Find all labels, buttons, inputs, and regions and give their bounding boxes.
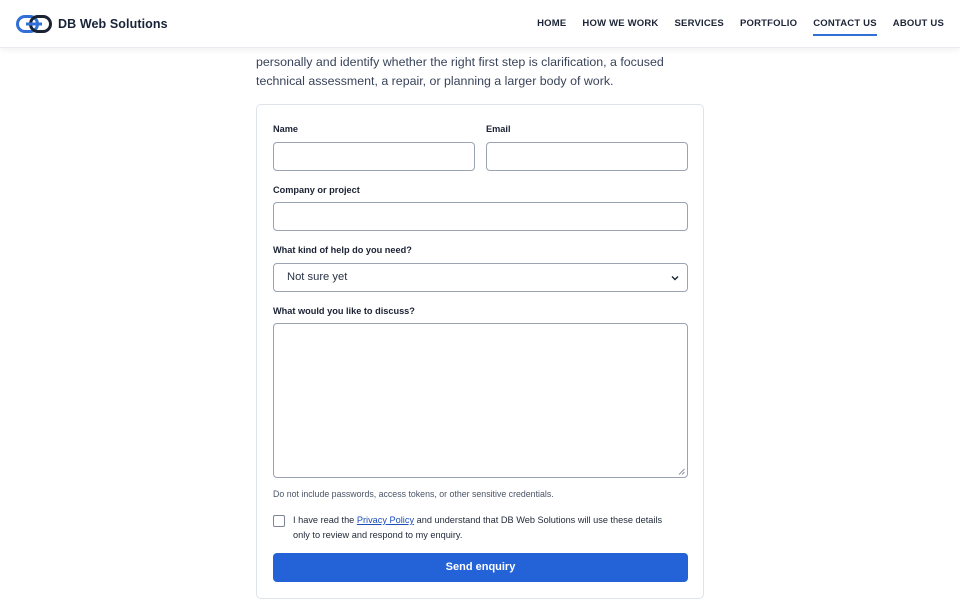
nav-services[interactable]: SERVICES bbox=[675, 0, 724, 48]
brand-name: DB Web Solutions bbox=[58, 17, 168, 31]
sensitive-info-hint: Do not include passwords, access tokens,… bbox=[273, 489, 554, 499]
privacy-policy-link[interactable]: Privacy Policy bbox=[357, 515, 414, 525]
help-type-selected: Not sure yet bbox=[287, 271, 348, 283]
intro-line-3: technical assessment, a repair, or plann… bbox=[256, 74, 614, 88]
nav-portfolio[interactable]: PORTFOLIO bbox=[740, 0, 797, 48]
name-label: Name bbox=[273, 124, 299, 134]
privacy-consent-text: I have read the Privacy Policy and under… bbox=[293, 513, 673, 542]
intro-line-2: personally and identify whether the righ… bbox=[256, 55, 664, 69]
nav-home[interactable]: HOME bbox=[537, 0, 566, 48]
help-type-select[interactable]: Not sure yet bbox=[273, 263, 688, 292]
brand[interactable]: DB Web Solutions bbox=[16, 14, 168, 34]
email-label: Email bbox=[486, 124, 511, 134]
enquiry-form: Name Email Company or project What kind … bbox=[256, 104, 704, 599]
site-header: DB Web Solutions HOME HOW WE WORK SERVIC… bbox=[0, 0, 960, 48]
nav-about-us[interactable]: ABOUT US bbox=[893, 0, 944, 48]
company-label: Company or project bbox=[273, 185, 360, 195]
company-input[interactable] bbox=[273, 202, 688, 231]
send-enquiry-button[interactable]: Send enquiry bbox=[273, 553, 688, 582]
main-nav: HOME HOW WE WORK SERVICES PORTFOLIO CONT… bbox=[537, 0, 944, 48]
consent-text-before: I have read the bbox=[293, 515, 357, 525]
discuss-label: What would you like to discuss? bbox=[273, 306, 415, 316]
name-input[interactable] bbox=[273, 142, 475, 171]
nav-how-we-work[interactable]: HOW WE WORK bbox=[582, 0, 658, 48]
email-input[interactable] bbox=[486, 142, 688, 171]
resize-grip-icon[interactable] bbox=[678, 468, 685, 475]
nav-contact-us[interactable]: CONTACT US bbox=[813, 0, 877, 48]
help-type-label: What kind of help do you need? bbox=[273, 245, 412, 255]
chevron-down-icon bbox=[671, 276, 679, 281]
db-link-logo-icon bbox=[16, 15, 52, 33]
privacy-consent-checkbox[interactable] bbox=[273, 515, 285, 527]
discuss-textarea[interactable] bbox=[273, 323, 688, 478]
